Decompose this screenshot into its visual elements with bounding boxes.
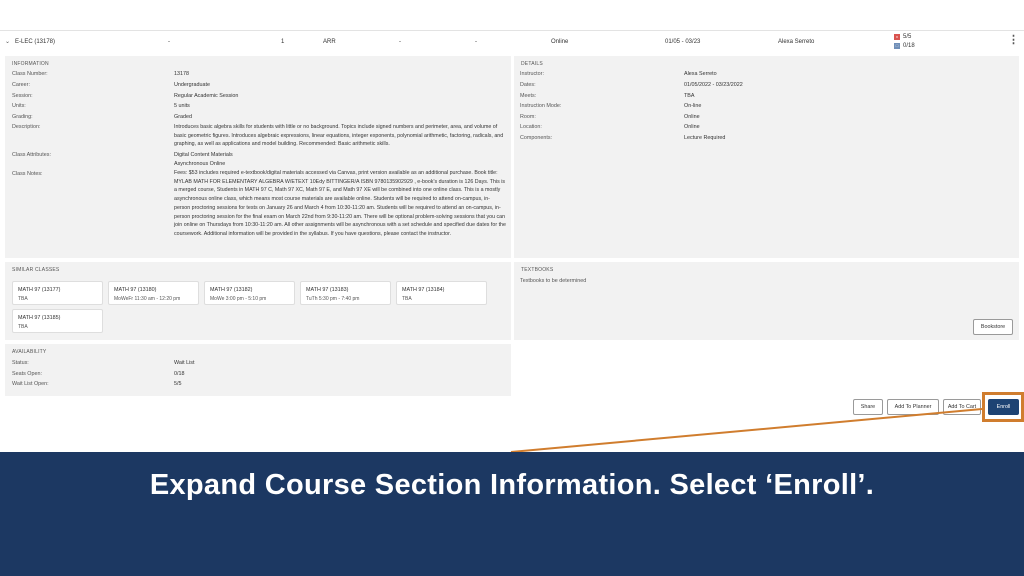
- instruction-text: Expand Course Section Information. Selec…: [149, 469, 875, 501]
- instruction-banner: Expand Course Section Information. Selec…: [0, 452, 1024, 576]
